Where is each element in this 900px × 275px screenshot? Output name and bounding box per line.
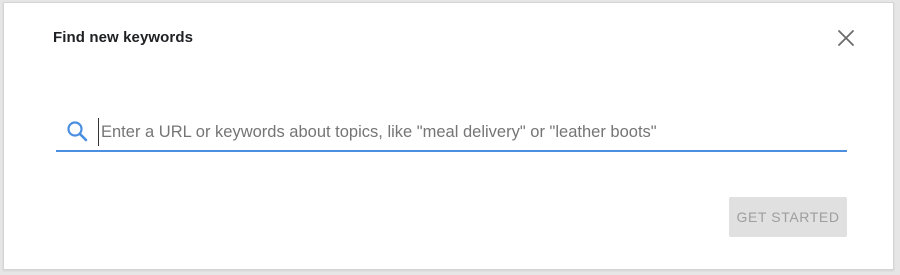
dialog-title: Find new keywords [53, 29, 194, 46]
search-icon [67, 121, 88, 142]
close-icon [838, 30, 854, 46]
search-input[interactable] [98, 118, 841, 146]
find-keywords-dialog: Find new keywords GET STARTED [3, 2, 894, 270]
close-button[interactable] [833, 25, 859, 51]
search-field [56, 114, 847, 152]
get-started-button[interactable]: GET STARTED [729, 197, 847, 237]
